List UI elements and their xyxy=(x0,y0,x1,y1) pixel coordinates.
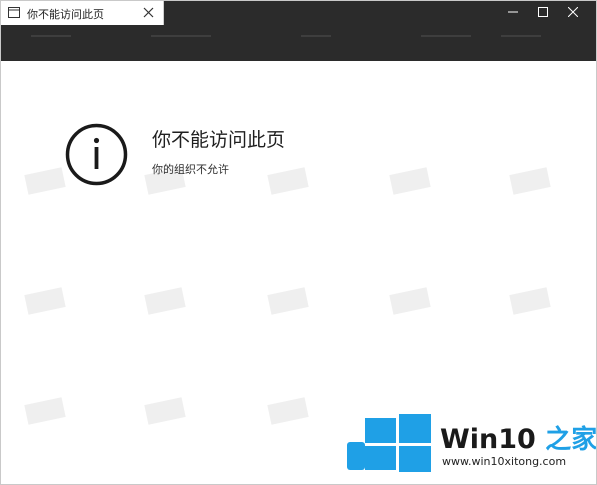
brand-name-latin: Win10 xyxy=(440,424,536,455)
bird-icon xyxy=(347,442,365,470)
error-heading: 你不能访问此页 xyxy=(152,129,286,151)
brand-url: www.win10xitong.com xyxy=(442,455,567,468)
error-message: 你的组织不允许 xyxy=(152,163,229,176)
brand-name-chinese: 之家 xyxy=(545,425,597,455)
watermark-pattern-icon xyxy=(24,167,551,425)
windows-logo-icon xyxy=(365,414,431,472)
info-icon xyxy=(65,123,128,186)
brand-name: Win10 之家 xyxy=(440,419,597,456)
browser-window: 你不能访问此页 你不能访问此页 你的组织不允许 Win10 之家 www.win… xyxy=(0,0,597,485)
